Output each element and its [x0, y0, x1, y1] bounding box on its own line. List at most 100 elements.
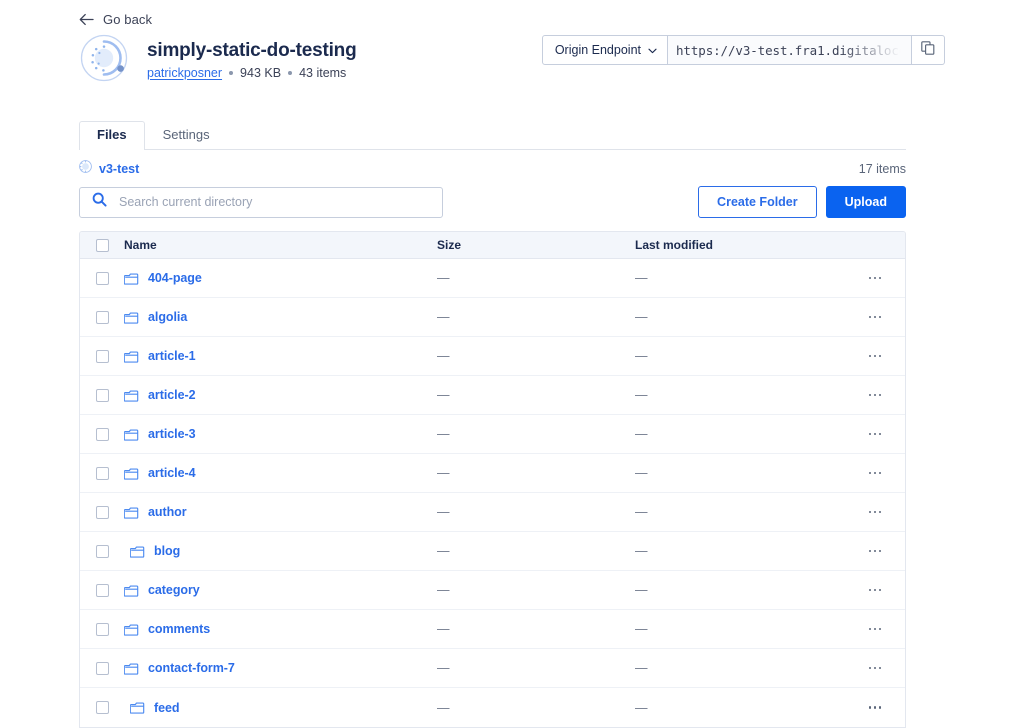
- chevron-down-icon: [648, 43, 657, 57]
- column-header-last-modified[interactable]: Last modified: [635, 238, 845, 252]
- file-name-link[interactable]: feed: [154, 701, 180, 715]
- kebab-menu-icon[interactable]: [865, 427, 886, 442]
- file-modified-cell: —: [635, 701, 845, 715]
- table-row[interactable]: feed — —: [80, 688, 905, 727]
- row-select-cell: [80, 310, 123, 324]
- table-row[interactable]: category — —: [80, 571, 905, 610]
- kebab-menu-icon[interactable]: [865, 349, 886, 364]
- file-name-link[interactable]: contact-form-7: [148, 661, 235, 675]
- folder-icon: [124, 467, 139, 480]
- file-name-link[interactable]: article-4: [148, 466, 196, 480]
- kebab-menu-icon[interactable]: [865, 271, 886, 286]
- kebab-menu-icon[interactable]: [865, 388, 886, 403]
- folder-icon: [124, 662, 139, 675]
- file-size-cell: —: [437, 310, 635, 324]
- kebab-menu-icon[interactable]: [865, 505, 886, 520]
- file-size-value: —: [437, 622, 450, 636]
- row-select-cell: [80, 583, 123, 597]
- file-name-cell: blog: [123, 544, 437, 558]
- row-actions-cell: [845, 661, 905, 676]
- section-tabs: Files Settings: [79, 121, 906, 150]
- column-header-name[interactable]: Name: [123, 238, 437, 252]
- row-checkbox[interactable]: [96, 701, 109, 714]
- row-select-cell: [80, 271, 123, 285]
- kebab-menu-icon[interactable]: [865, 310, 886, 325]
- file-name-link[interactable]: article-2: [148, 388, 196, 402]
- file-name-link[interactable]: author: [148, 505, 187, 519]
- row-checkbox[interactable]: [96, 583, 109, 597]
- row-select-cell: [80, 388, 123, 402]
- kebab-menu-icon[interactable]: [865, 466, 886, 481]
- create-folder-button[interactable]: Create Folder: [698, 186, 817, 218]
- table-row[interactable]: algolia — —: [80, 298, 905, 337]
- spaces-bucket-icon: [79, 33, 131, 85]
- file-name-link[interactable]: article-3: [148, 427, 196, 441]
- file-name-link[interactable]: blog: [154, 544, 180, 558]
- table-row[interactable]: comments — —: [80, 610, 905, 649]
- file-size-cell: —: [437, 466, 635, 480]
- row-checkbox[interactable]: [96, 544, 109, 558]
- row-checkbox[interactable]: [96, 427, 109, 441]
- kebab-menu-icon[interactable]: [865, 583, 886, 598]
- file-toolbar: Create Folder Upload: [79, 186, 906, 218]
- file-size-cell: —: [437, 544, 635, 558]
- arrow-left-icon: [79, 13, 94, 26]
- table-row[interactable]: article-2 — —: [80, 376, 905, 415]
- go-back-link[interactable]: Go back: [79, 12, 152, 27]
- table-row[interactable]: blog — —: [80, 532, 905, 571]
- table-row[interactable]: article-4 — —: [80, 454, 905, 493]
- file-name-link[interactable]: comments: [148, 622, 210, 636]
- file-modified-cell: —: [635, 544, 845, 558]
- file-name-link[interactable]: algolia: [148, 310, 187, 324]
- kebab-menu-icon[interactable]: [865, 661, 886, 676]
- kebab-menu-icon[interactable]: [865, 544, 886, 559]
- origin-endpoint-select[interactable]: Origin Endpoint: [541, 35, 668, 65]
- row-checkbox[interactable]: [96, 622, 109, 636]
- table-row[interactable]: contact-form-7 — —: [80, 649, 905, 688]
- row-actions-cell: [845, 427, 905, 442]
- breadcrumb[interactable]: v3-test: [79, 160, 139, 178]
- file-name-link[interactable]: category: [148, 583, 200, 597]
- row-checkbox[interactable]: [96, 388, 109, 402]
- origin-endpoint-url-text: https://v3-test.fra1.digitaloceansp: [676, 42, 912, 58]
- file-size-cell: —: [437, 427, 635, 441]
- origin-endpoint-url-field[interactable]: https://v3-test.fra1.digitaloceansp: [668, 35, 912, 65]
- row-checkbox[interactable]: [96, 349, 109, 363]
- row-checkbox[interactable]: [96, 271, 109, 285]
- folder-icon: [124, 584, 139, 597]
- file-modified-value: —: [635, 310, 648, 324]
- row-checkbox[interactable]: [96, 505, 109, 519]
- table-row[interactable]: 404-page — —: [80, 259, 905, 298]
- copy-endpoint-button[interactable]: [912, 35, 945, 65]
- owner-link[interactable]: patrickposner: [147, 67, 222, 80]
- row-checkbox[interactable]: [96, 661, 109, 675]
- kebab-menu-icon[interactable]: [865, 622, 886, 637]
- file-modified-value: —: [635, 505, 648, 519]
- file-size-value: —: [437, 583, 450, 597]
- row-actions-cell: [845, 700, 905, 715]
- page-title: simply-static-do-testing: [147, 39, 357, 61]
- file-table: Name Size Last modified 404-page — — algoli…: [79, 231, 906, 728]
- bucket-identity: simply-static-do-testing patrickposner 9…: [79, 33, 357, 85]
- table-row[interactable]: author — —: [80, 493, 905, 532]
- search-icon: [92, 192, 107, 212]
- file-name-cell: contact-form-7: [123, 661, 437, 675]
- search-box[interactable]: [79, 186, 443, 218]
- file-name-link[interactable]: 404-page: [148, 271, 202, 285]
- search-input[interactable]: [117, 194, 430, 210]
- row-checkbox[interactable]: [96, 466, 109, 480]
- go-back-label: Go back: [103, 12, 153, 27]
- upload-button[interactable]: Upload: [825, 186, 906, 218]
- kebab-menu-icon[interactable]: [865, 700, 886, 715]
- row-checkbox[interactable]: [96, 310, 109, 324]
- file-modified-value: —: [635, 466, 648, 480]
- table-row[interactable]: article-3 — —: [80, 415, 905, 454]
- file-modified-value: —: [635, 544, 648, 558]
- file-name-link[interactable]: article-1: [148, 349, 196, 363]
- tab-files[interactable]: Files: [79, 121, 145, 150]
- column-header-size[interactable]: Size: [437, 238, 635, 252]
- table-row[interactable]: article-1 — —: [80, 337, 905, 376]
- file-name-cell: article-3: [123, 427, 437, 441]
- select-all-checkbox[interactable]: [96, 238, 109, 252]
- tab-settings[interactable]: Settings: [145, 121, 228, 150]
